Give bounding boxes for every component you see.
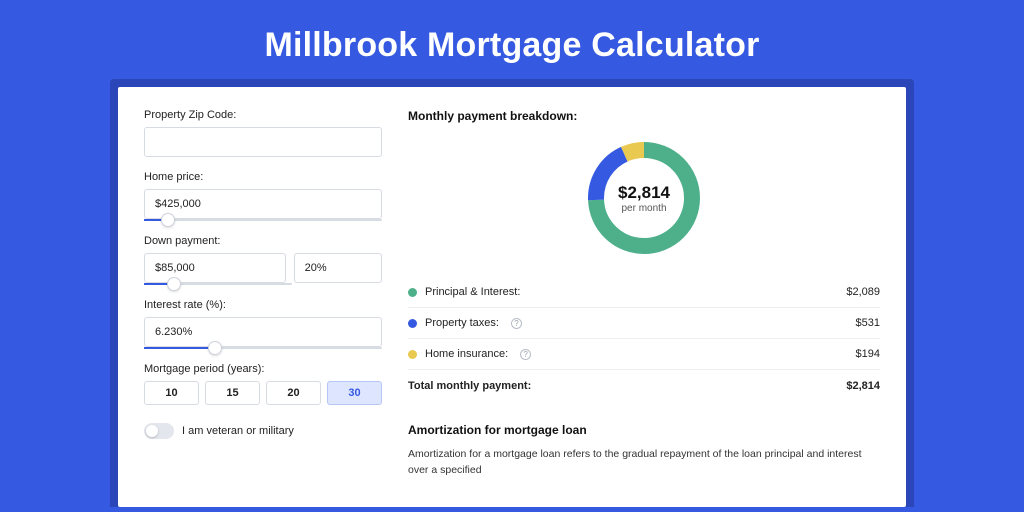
calculator-card: Property Zip Code: Home price: Down paym… (118, 87, 906, 507)
amortization-body: Amortization for a mortgage loan refers … (408, 447, 880, 479)
donut-sub: per month (621, 203, 666, 214)
info-icon[interactable]: ? (520, 349, 531, 360)
interest-input[interactable] (144, 317, 382, 347)
amortization-section: Amortization for mortgage loan Amortizat… (408, 423, 880, 479)
legend-label: Home insurance: (425, 348, 508, 360)
veteran-toggle[interactable] (144, 423, 174, 439)
home-price-input[interactable] (144, 189, 382, 219)
total-row: Total monthly payment: $2,814 (408, 370, 880, 401)
veteran-label: I am veteran or military (182, 425, 294, 437)
legend-dot (408, 319, 417, 328)
interest-label: Interest rate (%): (144, 299, 382, 311)
period-label: Mortgage period (years): (144, 363, 382, 375)
legend-label: Property taxes: (425, 317, 499, 329)
legend-row: Home insurance:? $194 (408, 339, 880, 370)
period-group: Mortgage period (years): 10152030 (144, 363, 382, 405)
zip-input[interactable] (144, 127, 382, 157)
home-price-label: Home price: (144, 171, 382, 183)
legend-value: $2,089 (846, 286, 880, 298)
down-payment-pct-input[interactable] (294, 253, 382, 283)
legend-value: $531 (856, 317, 880, 329)
home-price-group: Home price: (144, 171, 382, 221)
legend-value: $194 (856, 348, 880, 360)
total-label: Total monthly payment: (408, 380, 531, 392)
legend-label: Principal & Interest: (425, 286, 520, 298)
veteran-row: I am veteran or military (144, 423, 382, 439)
donut-center: $2,814 per month (583, 137, 705, 259)
down-payment-slider-thumb[interactable] (167, 277, 181, 291)
zip-group: Property Zip Code: (144, 109, 382, 157)
legend-row: Principal & Interest: $2,089 (408, 277, 880, 308)
interest-slider[interactable] (144, 347, 382, 349)
breakdown-title: Monthly payment breakdown: (408, 109, 880, 123)
legend-dot (408, 350, 417, 359)
amortization-title: Amortization for mortgage loan (408, 423, 880, 437)
period-option-15[interactable]: 15 (205, 381, 260, 405)
interest-group: Interest rate (%): (144, 299, 382, 349)
legend-row: Property taxes:? $531 (408, 308, 880, 339)
down-payment-slider[interactable] (144, 283, 292, 285)
interest-slider-thumb[interactable] (208, 341, 222, 355)
form-column: Property Zip Code: Home price: Down paym… (144, 109, 382, 507)
donut-amount: $2,814 (618, 183, 670, 203)
down-payment-input[interactable] (144, 253, 286, 283)
payment-donut-chart: $2,814 per month (583, 137, 705, 259)
calculator-card-wrap: Property Zip Code: Home price: Down paym… (118, 87, 906, 507)
home-price-slider[interactable] (144, 219, 382, 221)
down-payment-label: Down payment: (144, 235, 382, 247)
total-value: $2,814 (846, 380, 880, 392)
period-option-20[interactable]: 20 (266, 381, 321, 405)
period-option-30[interactable]: 30 (327, 381, 382, 405)
zip-label: Property Zip Code: (144, 109, 382, 121)
breakdown-column: Monthly payment breakdown: $2,814 per mo… (408, 109, 880, 507)
period-option-10[interactable]: 10 (144, 381, 199, 405)
down-payment-group: Down payment: (144, 235, 382, 285)
page-title: Millbrook Mortgage Calculator (0, 0, 1024, 87)
home-price-slider-thumb[interactable] (161, 213, 175, 227)
info-icon[interactable]: ? (511, 318, 522, 329)
legend-dot (408, 288, 417, 297)
donut-wrap: $2,814 per month (408, 137, 880, 259)
